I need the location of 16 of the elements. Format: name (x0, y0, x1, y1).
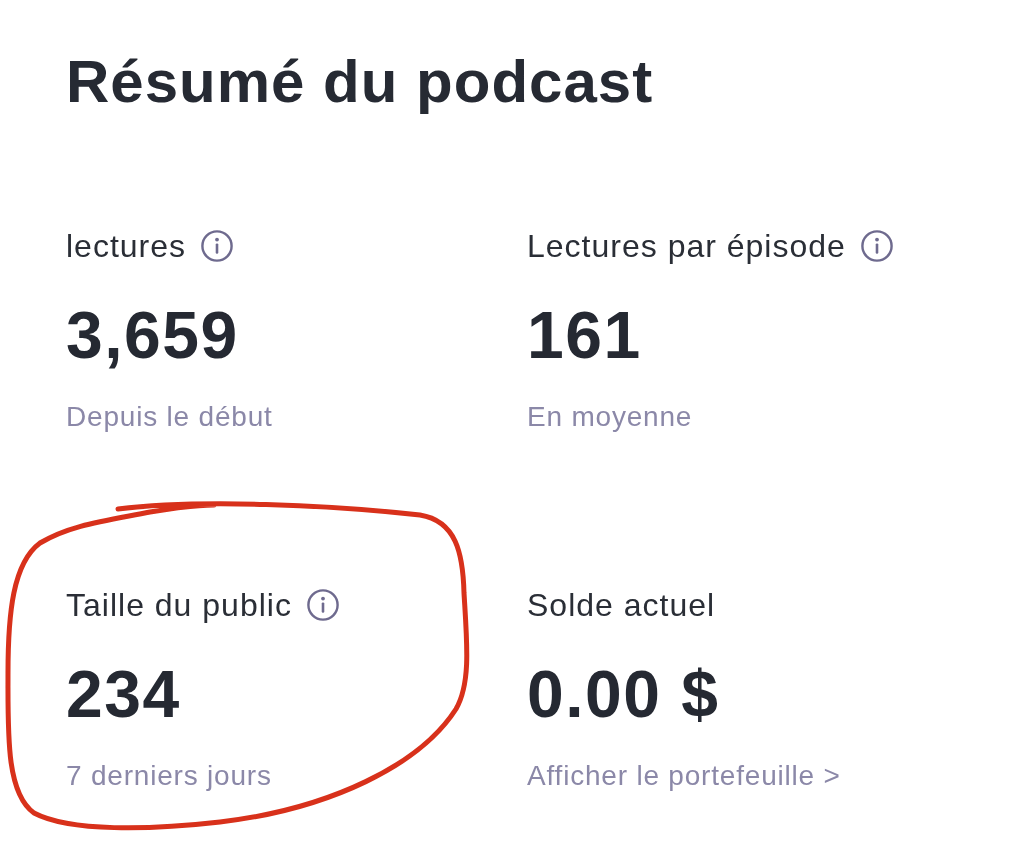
stat-value: 234 (66, 656, 181, 733)
wallet-link[interactable]: Afficher le portefeuille > (527, 760, 841, 792)
stat-caption: Depuis le début (66, 401, 273, 433)
stat-caption: En moyenne (527, 401, 693, 433)
stat-label: lectures (66, 228, 187, 264)
stat-label: Solde actuel (527, 587, 716, 623)
info-icon[interactable] (306, 589, 339, 621)
stat-value: 161 (527, 297, 642, 374)
info-icon[interactable] (860, 230, 893, 262)
stat-caption: 7 derniers jours (66, 760, 272, 792)
stat-label: Lectures par épisode (527, 228, 846, 264)
stat-label: Taille du public (66, 587, 292, 623)
info-icon[interactable] (201, 230, 234, 262)
stat-value: 3,659 (66, 297, 239, 374)
page-title: Résumé du podcast (66, 47, 655, 117)
stat-value: 0.00 $ (527, 656, 720, 733)
